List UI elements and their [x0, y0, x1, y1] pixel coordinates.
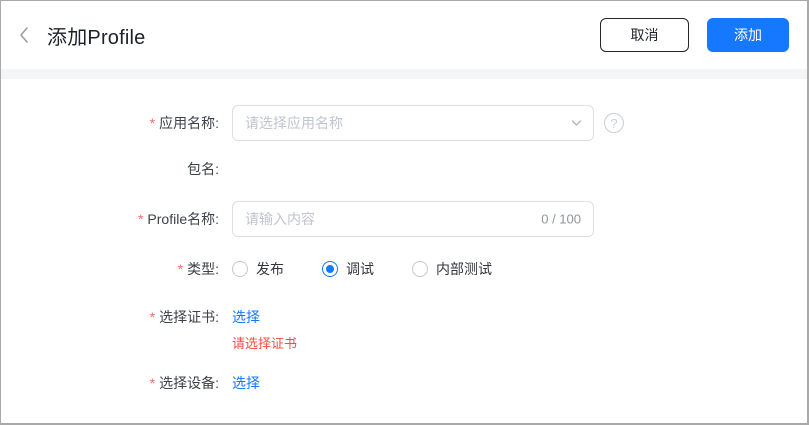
cancel-button[interactable]: 取消	[600, 18, 689, 52]
required-asterisk: *	[137, 211, 144, 227]
profile-name-input[interactable]	[232, 201, 594, 237]
type-label: * 类型:	[177, 261, 219, 277]
form-row-profile-name: *Profile名称: 0 / 100	[1, 201, 807, 237]
add-button[interactable]: 添加	[707, 18, 789, 52]
radio-release[interactable]: 发布	[232, 259, 284, 279]
select-certificate-link[interactable]: 选择	[232, 309, 260, 325]
required-asterisk: *	[177, 261, 184, 277]
radio-icon	[232, 261, 248, 277]
radio-debug[interactable]: 调试	[322, 259, 374, 279]
radio-internal-test[interactable]: 内部测试	[412, 259, 492, 279]
form-row-package-name: 包名:	[1, 161, 807, 177]
chevron-left-icon	[20, 27, 28, 43]
select-device-link[interactable]: 选择	[232, 375, 260, 391]
form-row-certificate: * 选择证书: 选择 请选择证书	[1, 309, 807, 351]
back-button[interactable]	[15, 26, 33, 44]
required-asterisk: *	[149, 309, 156, 325]
help-icon[interactable]: ?	[604, 113, 624, 133]
page-header: 添加Profile 取消 添加	[1, 1, 807, 69]
app-name-label: * 应用名称:	[149, 115, 219, 131]
package-name-label: 包名:	[187, 161, 219, 177]
required-asterisk: *	[149, 375, 156, 391]
radio-icon	[412, 261, 428, 277]
form-row-type: * 类型: 发布 调试 内部测试	[1, 259, 807, 279]
type-radio-group: 发布 调试 内部测试	[232, 259, 530, 279]
add-profile-page: 添加Profile 取消 添加 *应用名称: ?	[0, 0, 809, 425]
page-title: 添加Profile	[47, 26, 146, 49]
app-name-select[interactable]	[232, 105, 594, 141]
profile-name-label: * Profile名称:	[137, 211, 219, 227]
add-profile-form: *应用名称: ? 包名:	[1, 79, 807, 391]
form-row-app-name: *应用名称: ?	[1, 105, 807, 141]
app-name-select-input[interactable]	[232, 105, 594, 141]
certificate-label: * 选择证书:	[149, 309, 219, 325]
required-asterisk: *	[149, 115, 156, 131]
header-divider-band	[1, 69, 807, 79]
certificate-error-message: 请选择证书	[232, 336, 298, 351]
form-row-device: * 选择设备: 选择	[1, 375, 807, 391]
device-label: * 选择设备:	[149, 375, 219, 391]
radio-icon	[322, 261, 338, 277]
profile-name-field: 0 / 100	[232, 201, 594, 237]
